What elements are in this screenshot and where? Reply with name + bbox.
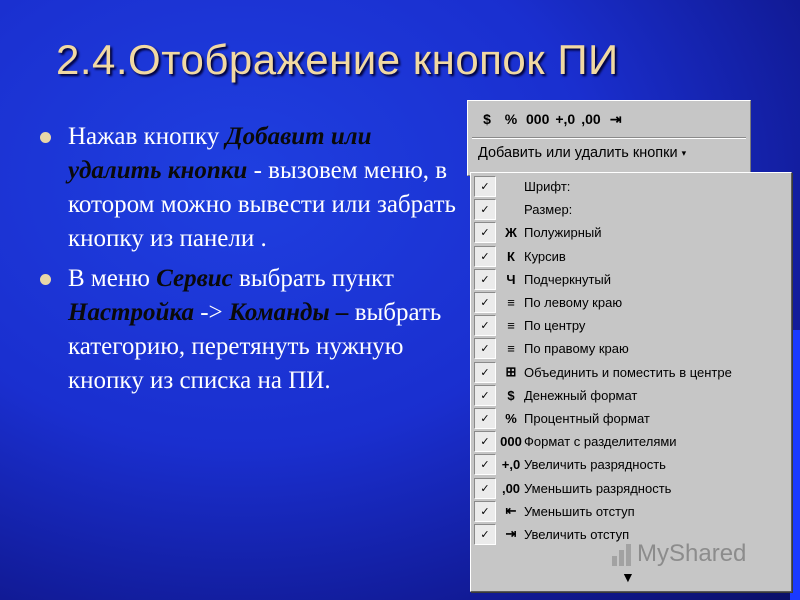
bullet-item-1: Нажав кнопку Добавит или удалить кнопки …	[36, 120, 456, 256]
menu-item[interactable]: ✓ ,00 Уменьшить разрядность	[471, 476, 791, 499]
increase-decimal-icon: +,0	[501, 457, 521, 473]
underline-icon: Ч	[506, 271, 516, 287]
add-remove-buttons-dropdown[interactable]: Добавить или удалить кнопки ▾	[478, 145, 686, 161]
menu-item[interactable]: ✓ Ж Полужирный	[471, 221, 791, 244]
thousands-separator-icon[interactable]: 000	[526, 111, 549, 127]
menu-item[interactable]: ✓ $ Денежный формат	[471, 384, 791, 407]
bullet-dot-icon	[40, 274, 51, 285]
decrease-decimal-icon[interactable]: ,00	[581, 111, 600, 127]
checkmark-icon[interactable]: ✓	[474, 176, 496, 198]
checkmark-icon[interactable]: ✓	[474, 268, 496, 290]
align-center-icon: ≡	[507, 318, 515, 334]
menu-item[interactable]: ✓ ≡ По центру	[471, 314, 791, 337]
merge-center-icon: ⊞	[505, 364, 517, 380]
menu-item[interactable]: ✓ Ч Подчеркнутый	[471, 268, 791, 291]
menu-item[interactable]: ✓ 000 Формат с разделителями	[471, 430, 791, 453]
menu-item-label: Курсив	[524, 248, 566, 264]
bullet-1-text-pre: Нажав кнопку	[68, 123, 226, 150]
menu-item-label: Размер:	[524, 202, 573, 218]
menu-item[interactable]: ✓ ≡ По левому краю	[471, 291, 791, 314]
checkmark-icon[interactable]: ✓	[474, 245, 496, 267]
checkmark-icon[interactable]: ✓	[474, 338, 496, 360]
align-right-icon: ≡	[507, 341, 515, 357]
add-remove-buttons-label: Добавить или удалить кнопки	[478, 145, 678, 161]
bullet-2-emphasis-settings: Настройка	[68, 299, 194, 326]
slide-title: 2.4.Отображение кнопок ПИ	[56, 36, 619, 83]
menu-item-label: Денежный формат	[524, 387, 638, 403]
checkmark-icon[interactable]: ✓	[474, 199, 496, 221]
bullet-item-2: В меню Сервис выбрать пункт Настройка ->…	[36, 262, 456, 398]
menu-item-label: Уменьшить отступ	[524, 503, 635, 519]
menu-item[interactable]: ✓ ⇤ Уменьшить отступ	[471, 500, 791, 523]
menu-item[interactable]: ✓ Шрифт:	[471, 175, 791, 198]
bullet-list: Нажав кнопку Добавит или удалить кнопки …	[36, 120, 456, 404]
bullet-2-text-2: выбрать пункт	[232, 265, 394, 292]
menu-item-label: Объединить и поместить в центре	[524, 364, 732, 380]
menu-item-label: Увеличить разрядность	[524, 457, 666, 473]
menu-item-label: По правому краю	[524, 341, 629, 357]
currency-format-icon: $	[507, 387, 515, 403]
menu-item[interactable]: ✓% Процентный формат	[471, 407, 791, 430]
checkmark-icon[interactable]: ✓	[474, 523, 496, 545]
bold-icon: Ж	[505, 225, 517, 241]
checkmark-icon[interactable]: ✓	[474, 361, 496, 383]
bullet-2-text-3: ->	[193, 299, 229, 326]
bar-chart-logo-icon	[612, 542, 631, 566]
scroll-down-arrow-icon[interactable]: ▼	[621, 569, 635, 585]
percent-format-icon[interactable]: %	[502, 111, 520, 127]
menu-item[interactable]: ✓ +,0 Увеличить разрядность	[471, 453, 791, 476]
thousands-separator-icon: 000	[500, 434, 522, 450]
menu-item[interactable]: ✓ ≡ По правому краю	[471, 337, 791, 360]
buttons-menu-list: ✓ Шрифт: ✓ Размер: ✓ Ж Полужирный ✓ К Курсив ✓ Ч Под…	[471, 175, 791, 546]
currency-format-icon[interactable]: $	[478, 111, 496, 127]
menu-item-label: По центру	[524, 318, 586, 334]
checkmark-icon[interactable]: ✓	[474, 315, 496, 337]
watermark: MyShared	[612, 540, 746, 568]
toolbar-icon-row: $ % 000 +,0 ,00 ⇥	[478, 107, 625, 131]
checkmark-icon[interactable]: ✓	[474, 407, 496, 429]
checkmark-icon[interactable]: ✓	[474, 431, 496, 453]
checkmark-icon[interactable]: ✓	[474, 454, 496, 476]
menu-item-label: Подчеркнутый	[524, 271, 612, 287]
bullet-2-emphasis-service: Сервис	[156, 265, 233, 292]
decrease-decimal-icon: ,00	[501, 480, 521, 496]
bullet-2-emphasis-commands: Команды –	[228, 299, 349, 326]
increase-decimal-icon[interactable]: +,0	[555, 111, 575, 127]
decrease-indent-icon: ⇤	[505, 503, 517, 519]
menu-item-label: Формат с разделителями	[524, 434, 677, 450]
bullet-2-text-1: В меню	[68, 265, 157, 292]
checkmark-icon[interactable]: ✓	[474, 384, 496, 406]
toolbar-separator	[472, 137, 746, 139]
menu-item[interactable]: ✓ ⊞ Объединить и поместить в центре	[471, 361, 791, 384]
align-left-icon: ≡	[507, 295, 515, 311]
menu-item[interactable]: ✓ К Курсив	[471, 245, 791, 268]
formatting-toolbar: $ % 000 +,0 ,00 ⇥ Добавить или удалить к…	[467, 100, 751, 176]
percent-format-icon: %	[505, 410, 517, 426]
menu-item-label: Полужирный	[524, 225, 602, 241]
checkmark-icon[interactable]: ✓	[474, 477, 496, 499]
menu-item-label: Уменьшить разрядность	[524, 480, 672, 496]
watermark-text: MyShared	[637, 540, 747, 567]
menu-item-label: Процентный формат	[524, 410, 650, 426]
bullet-dot-icon	[40, 132, 51, 143]
checkmark-icon[interactable]: ✓	[474, 292, 496, 314]
checkmark-icon[interactable]: ✓	[474, 500, 496, 522]
increase-indent-icon: ⇥	[505, 526, 517, 542]
menu-item[interactable]: ✓ Размер:	[471, 198, 791, 221]
buttons-menu: ✓ Шрифт: ✓ Размер: ✓ Ж Полужирный ✓ К Курсив ✓ Ч Под…	[470, 172, 792, 592]
italic-icon: К	[507, 248, 515, 264]
menu-item-label: Шрифт:	[524, 179, 571, 195]
menu-item-label: По левому краю	[524, 295, 623, 311]
increase-indent-icon[interactable]: ⇥	[607, 111, 625, 128]
checkmark-icon[interactable]: ✓	[474, 222, 496, 244]
chevron-down-icon: ▾	[681, 147, 687, 158]
